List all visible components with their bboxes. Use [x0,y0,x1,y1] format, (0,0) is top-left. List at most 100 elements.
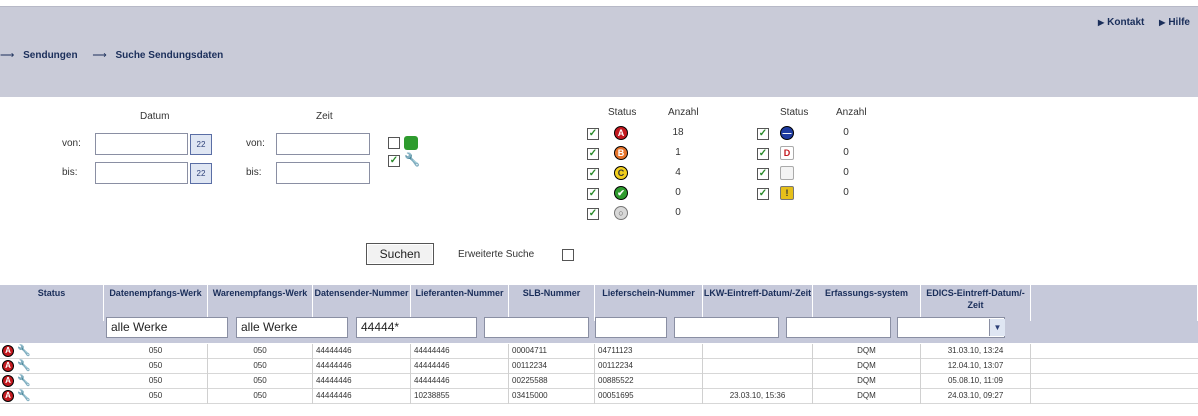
cell-warenempfangswerk: 050 [208,359,313,374]
cell-warenempfangswerk: 050 [208,344,313,359]
cell-lieferantennummer: 44444446 [411,344,509,359]
cell-datensendernummer: 44444446 [313,389,411,404]
status-c-icon: C [614,166,628,180]
column-header-lieferantennummer[interactable]: Lieferanten-Nummer [411,285,509,321]
wrench-icon: 🔧 [404,152,421,167]
lieferscheinnummer-filter-input[interactable] [674,317,779,338]
cell-edics: 05.08.10, 11:09 [921,374,1031,389]
status-a-icon: A [2,345,14,357]
column-header-slbnummer[interactable]: SLB-Nummer [509,285,595,321]
cell-datenempfangswerk: 050 [104,359,208,374]
column-header-edics-eintreff[interactable]: EDICS-Eintreff-Datum/-Zeit [921,285,1031,321]
cell-lkw: 23.03.10, 15:36 [703,389,813,404]
wrench-filter-checkbox[interactable]: ✓ [388,155,400,167]
results-table: Status Datenempfangs-Werk Warenempfangs-… [0,285,1198,416]
cell-edics: 12.04.10, 13:07 [921,359,1031,374]
column-header-status[interactable]: Status [0,285,104,321]
datenempfangswerk-filter-input[interactable]: alle Werke [106,317,228,338]
kontakt-link[interactable]: ▶ Kontakt [1098,17,1144,28]
cell-lkw [703,344,813,359]
status-a-checkbox[interactable]: ✓ [587,128,599,140]
status-label-left: Status [608,107,637,118]
cell-lkw [703,374,813,389]
datensendernummer-filter-input[interactable]: 44444* [356,317,477,338]
anzahl-label-left: Anzahl [668,107,699,118]
datum-bis-input[interactable] [95,162,188,184]
cell-slbnummer: 03415000 [509,389,595,404]
status-b-icon: B [614,146,628,160]
status-blocked-checkbox[interactable]: ✓ [757,128,769,140]
warenempfangswerk-filter-input[interactable]: alle Werke [236,317,348,338]
grey-status-icon: ○ [614,206,628,220]
datum-bis-label: bis: [62,167,78,178]
status-ok-checkbox[interactable]: ✓ [587,188,599,200]
chevron-down-icon[interactable]: ▼ [989,319,1005,336]
table-row[interactable]: A 🔧 050 050 44444446 10238855 03415000 0… [0,389,1198,404]
lkw-filter-input[interactable] [786,317,891,338]
column-header-filler [1031,285,1198,321]
cell-erfassungssystem: DQM [813,374,921,389]
arrow-icon: ⟶ [92,50,107,61]
datum-von-label: von: [62,138,81,149]
green-clock-icon [404,136,418,150]
datum-von-input[interactable] [95,133,188,155]
cell-datensendernummer: 44444446 [313,374,411,389]
cell-slbnummer: 00004711 [509,344,595,359]
cell-datenempfangswerk: 050 [104,344,208,359]
table-row[interactable]: A 🔧 050 050 44444446 44444446 00225588 0… [0,374,1198,389]
cell-lieferantennummer: 44444446 [411,359,509,374]
extended-search-checkbox[interactable] [562,249,574,261]
cell-lieferantennummer: 44444446 [411,374,509,389]
time-filter-checkbox[interactable] [388,137,400,149]
status-doc-checkbox[interactable]: ✓ [757,168,769,180]
zeit-von-input[interactable] [276,133,370,155]
status-b-checkbox[interactable]: ✓ [587,148,599,160]
status-c-checkbox[interactable]: ✓ [587,168,599,180]
cell-edics: 31.03.10, 13:24 [921,344,1031,359]
triangle-icon: ▶ [1159,18,1166,27]
breadcrumb-suche[interactable]: Suche Sendungsdaten [115,50,223,61]
cell-edics: 24.03.10, 09:27 [921,389,1031,404]
status-grey-checkbox[interactable]: ✓ [587,208,599,220]
column-header-erfassungssystem[interactable]: Erfassungs-system [813,285,921,321]
cell-lieferscheinnummer: 00112234 [595,359,703,374]
lieferantennummer-filter-input[interactable] [484,317,589,338]
column-header-datenempfangswerk[interactable]: Datenempfangs-Werk [104,285,208,321]
top-links: ▶ Kontakt ▶ Hilfe [1086,17,1190,28]
cell-erfassungssystem: DQM [813,344,921,359]
cell-datenempfangswerk: 050 [104,374,208,389]
calendar-icon[interactable]: 22 [190,163,212,184]
filter-panel: Datum von: 22 bis: 22 Zeit von: bis: ✓ 🔧… [0,97,1198,285]
zeit-bis-input[interactable] [276,162,370,184]
table-row[interactable]: A 🔧 050 050 44444446 44444446 00112234 0… [0,359,1198,374]
cell-erfassungssystem: DQM [813,359,921,374]
search-button[interactable]: Suchen [366,243,434,265]
calendar-icon[interactable]: 22 [190,134,212,155]
wrench-icon[interactable]: 🔧 [17,374,31,387]
blocked-icon: — [780,126,794,140]
cell-datenempfangswerk: 050 [104,389,208,404]
slbnummer-filter-input[interactable] [595,317,667,338]
breadcrumb: ⟶ Sendungen ⟶ Suche Sendungsdaten [0,50,235,61]
hilfe-link[interactable]: ▶ Hilfe [1159,17,1190,28]
column-header-warenempfangswerk[interactable]: Warenempfangs-Werk [208,285,313,321]
status-grey-count: 0 [675,207,681,218]
column-header-lkw-eintreff[interactable]: LKW-Eintreff-Datum/-Zeit [703,285,813,321]
column-header-lieferscheinnummer[interactable]: Lieferschein-Nummer [595,285,703,321]
status-label-right: Status [780,107,809,118]
arrow-icon: ⟶ [0,50,15,61]
status-ok-count: 0 [675,187,681,198]
status-d-checkbox[interactable]: ✓ [757,148,769,160]
status-warn-checkbox[interactable]: ✓ [757,188,769,200]
datum-label: Datum [140,111,170,122]
breadcrumb-sendungen[interactable]: Sendungen [23,50,77,61]
wrench-icon[interactable]: 🔧 [17,359,31,372]
cell-lieferscheinnummer: 00051695 [595,389,703,404]
table-row[interactable]: A 🔧 050 050 44444446 44444446 00004711 0… [0,344,1198,359]
status-a-icon: A [2,360,14,372]
cell-lieferantennummer: 10238855 [411,389,509,404]
wrench-icon[interactable]: 🔧 [17,389,31,402]
column-header-datensendernummer[interactable]: Datensender-Nummer [313,285,411,321]
wrench-icon[interactable]: 🔧 [17,344,31,357]
cell-slbnummer: 00112234 [509,359,595,374]
